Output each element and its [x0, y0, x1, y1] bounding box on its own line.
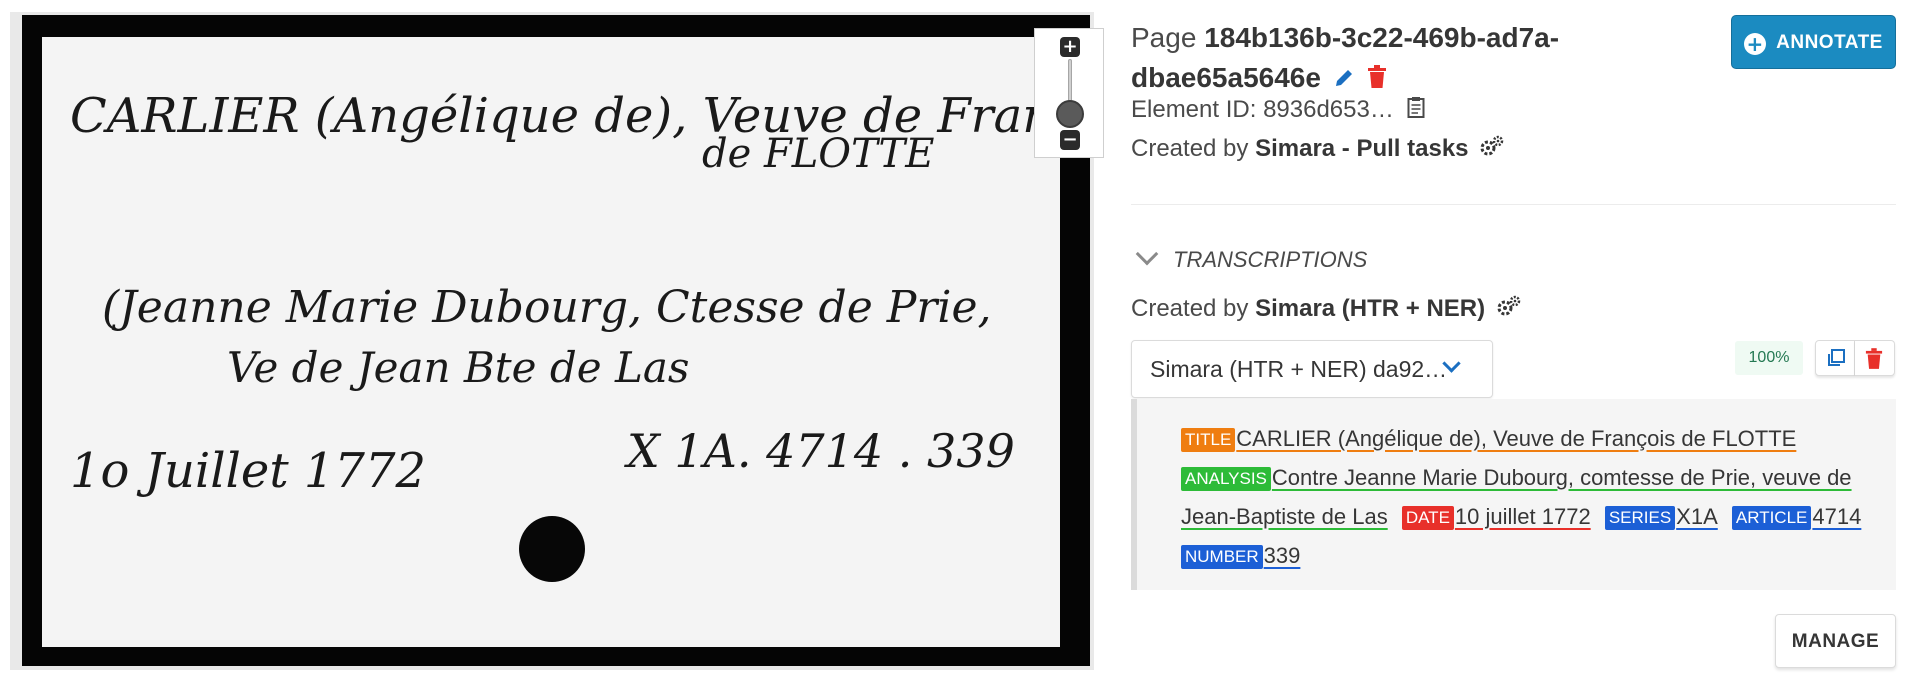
created-by-row: Created by Simara - Pull tasks: [1131, 134, 1505, 165]
selected-version: Simara (HTR + NER) da92…: [1150, 356, 1448, 382]
edit-pencil-icon[interactable]: [1333, 60, 1355, 100]
transcriptions-label: TRANSCRIPTIONS: [1173, 247, 1368, 272]
confidence-badge: 100%: [1735, 341, 1803, 375]
entity-series[interactable]: SERIES X1A: [1604, 504, 1718, 530]
delete-trash-icon[interactable]: [1367, 60, 1387, 100]
transcriptions-toggle[interactable]: TRANSCRIPTIONS: [1131, 242, 1368, 273]
entity-text-number: 339: [1263, 543, 1301, 568]
zoom-control: + −: [1034, 28, 1104, 158]
card-line-5: 1o Juillet 1772: [70, 443, 426, 499]
manage-button[interactable]: MANAGE: [1775, 614, 1896, 668]
transcription-text: TITLE CARLIER (Angélique de), Veuve de Fr…: [1181, 419, 1891, 575]
entity-tag-date: DATE: [1401, 506, 1454, 530]
image-viewer[interactable]: CARLIER (Angélique de), Veuve de Françoi…: [10, 12, 1104, 670]
entity-tag-number: NUMBER: [1181, 545, 1263, 569]
chevron-down-icon: [1135, 242, 1159, 266]
transcription-created-by-label: Created by: [1131, 294, 1249, 322]
punch-hole: [519, 516, 585, 582]
clipboard-icon[interactable]: [1407, 96, 1425, 125]
entity-tag-series: SERIES: [1604, 506, 1676, 530]
entity-tag-analysis: ANALYSIS: [1181, 467, 1271, 491]
transcription-created-by-value: Simara (HTR + NER): [1255, 294, 1486, 322]
entity-title[interactable]: TITLE CARLIER (Angélique de), Veuve de Fr…: [1181, 426, 1797, 452]
gears-icon: [1496, 294, 1522, 325]
card-line-2: de FLOTTE: [702, 131, 934, 177]
handwriting-image: CARLIER (Angélique de), Veuve de Françoi…: [70, 88, 1060, 582]
zoom-out-button[interactable]: −: [1060, 130, 1080, 150]
entity-date[interactable]: DATE 10 juillet 1772: [1401, 504, 1591, 530]
element-id-label: Element ID:: [1131, 96, 1257, 123]
annotate-label: ANNOTATE: [1776, 32, 1883, 53]
card-line-6: X 1A. 4714 . 339: [624, 424, 1015, 478]
transcription-box: TITLE CARLIER (Angélique de), Veuve de Fr…: [1131, 399, 1896, 590]
trash-icon: [1865, 348, 1883, 369]
transcription-version-select[interactable]: Simara (HTR + NER) da92…: [1131, 340, 1493, 398]
plus-circle-icon: +: [1744, 33, 1767, 55]
copy-button[interactable]: [1815, 340, 1855, 376]
transcription-created-by-row: Created by Simara (HTR + NER): [1131, 294, 1522, 325]
entity-number[interactable]: NUMBER 339: [1181, 543, 1301, 569]
details-panel: Page 184b136b-3c22-469b-ad7a-dbae65a5646…: [1131, 0, 1901, 682]
copy-icon: [1828, 349, 1845, 366]
card-line-3: (Jeanne Marie Dubourg, Ctesse de Prie,: [102, 282, 991, 333]
zoom-in-button[interactable]: +: [1060, 37, 1080, 57]
card-line-4: Ve de Jean Bte de Las: [227, 343, 689, 392]
section-divider: [1131, 204, 1896, 205]
entity-article[interactable]: ARTICLE 4714: [1731, 504, 1862, 530]
entity-text-series: X1A: [1676, 504, 1718, 529]
created-by-value: Simara - Pull tasks: [1255, 134, 1469, 162]
entity-text-title: CARLIER (Angélique de), Veuve de Françoi…: [1236, 426, 1797, 451]
page-label: Page: [1131, 22, 1197, 53]
entity-tag-article: ARTICLE: [1731, 506, 1812, 530]
element-id-row: Element ID: 8936d653…: [1131, 96, 1425, 125]
delete-transcription-button[interactable]: [1855, 340, 1895, 376]
entity-text-date: 10 juillet 1772: [1454, 504, 1591, 529]
element-id-value: 8936d653…: [1263, 96, 1394, 123]
entity-tag-title: TITLE: [1181, 428, 1236, 452]
entity-text-article: 4714: [1812, 504, 1862, 529]
created-by-label: Created by: [1131, 134, 1249, 162]
zoom-slider-handle[interactable]: [1056, 100, 1084, 128]
gears-icon: [1479, 134, 1505, 165]
page-title: Page 184b136b-3c22-469b-ad7a-dbae65a5646…: [1131, 18, 1631, 100]
annotate-button[interactable]: + ANNOTATE: [1731, 15, 1896, 69]
app-root: CARLIER (Angélique de), Veuve de Françoi…: [0, 0, 1920, 682]
index-card-image[interactable]: CARLIER (Angélique de), Veuve de Françoi…: [42, 37, 1060, 647]
